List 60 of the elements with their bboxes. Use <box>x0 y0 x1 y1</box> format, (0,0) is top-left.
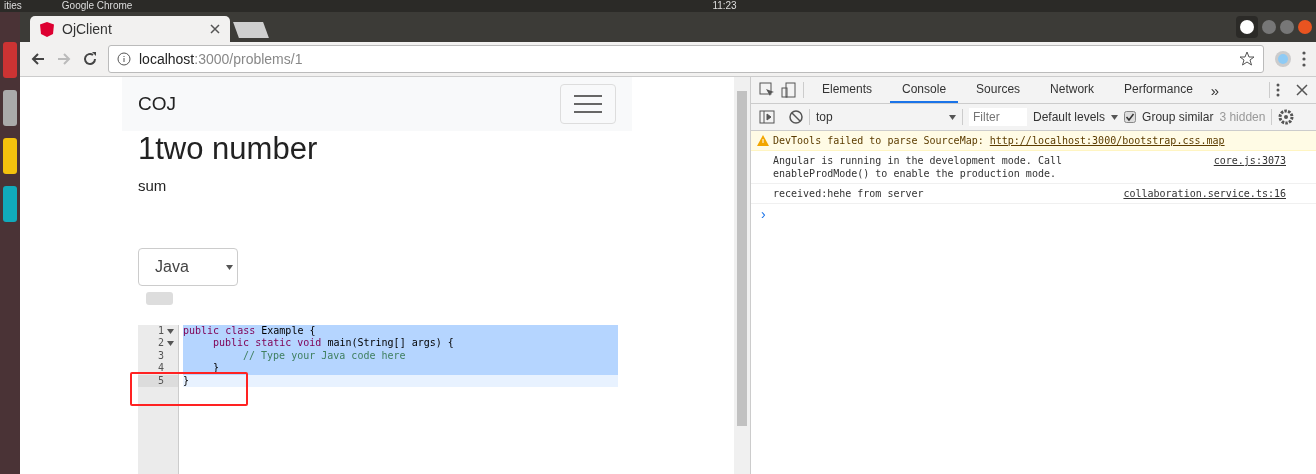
source-link[interactable]: core.js:3073 <box>1213 154 1286 180</box>
fold-caret-icon[interactable] <box>167 341 174 347</box>
menu-toggle-button[interactable] <box>560 84 616 124</box>
clock: 11:23 <box>712 0 737 12</box>
close-icon[interactable] <box>1296 84 1308 96</box>
console-prompt[interactable]: › <box>751 204 1316 224</box>
settings-icon[interactable] <box>1278 109 1295 125</box>
reload-icon[interactable] <box>82 51 98 67</box>
line-number: 5 <box>157 374 164 387</box>
inspect-icon[interactable] <box>759 82 775 98</box>
console-message: DevTools failed to parse SourceMap: http://localhost:3000/bootstrap.css.map <box>773 134 1225 147</box>
checkbox[interactable] <box>1124 111 1137 123</box>
hidden-count: 3 hidden <box>1219 110 1266 124</box>
source-link[interactable]: collaboration.service.ts:16 <box>1123 187 1286 200</box>
clear-icon[interactable] <box>789 110 803 124</box>
brand-text[interactable]: COJ <box>138 93 176 115</box>
sidebar-toggle-icon[interactable] <box>759 110 775 124</box>
close-icon[interactable] <box>210 24 220 34</box>
star-icon[interactable] <box>1239 51 1255 67</box>
menu-icon[interactable] <box>1276 83 1280 97</box>
warning-icon <box>757 135 769 146</box>
minimize-button[interactable] <box>1262 20 1276 34</box>
info-icon <box>117 52 131 66</box>
new-tab-button[interactable] <box>233 22 269 38</box>
browser-tab[interactable]: OjClient <box>30 16 230 42</box>
line-number: 1 <box>157 325 164 338</box>
devtools-tab[interactable]: Elements <box>810 77 885 103</box>
console-message: received:hehe from server <box>773 187 924 200</box>
console-message: Angular is running in the development mode. Call enableProdMode() to enable the production mode. <box>773 154 1062 180</box>
caret-icon <box>949 114 956 120</box>
source-map-link[interactable]: http://localhost:3000/bootstrap.css.map <box>989 135 1225 146</box>
problem-description: sum <box>138 177 168 194</box>
filter-field[interactable]: Filter <box>969 108 1027 126</box>
caret-icon <box>226 264 233 270</box>
checkbox-label: Group similar <box>1142 110 1214 124</box>
menu-icon[interactable] <box>1302 51 1306 67</box>
profile-icon[interactable] <box>1236 16 1258 38</box>
line-number: 4 <box>157 362 164 375</box>
menu-icon <box>574 94 602 114</box>
maximize-button[interactable] <box>1280 20 1294 34</box>
language-select[interactable]: Java <box>138 248 238 286</box>
caret-icon[interactable] <box>1111 114 1119 120</box>
device-icon[interactable] <box>781 82 797 98</box>
url-text[interactable]: localhost:3000/problems/1 <box>139 51 303 67</box>
line-number: 2 <box>157 337 164 350</box>
fold-caret-icon[interactable] <box>167 328 174 334</box>
shield-logo-icon <box>40 21 54 37</box>
devtools-tab[interactable]: Performance <box>1112 77 1205 103</box>
scrollbar-thumb[interactable] <box>737 91 747 426</box>
levels-dropdown[interactable]: Default levels <box>1033 110 1106 124</box>
devtools-tab[interactable]: Sources <box>964 77 1033 103</box>
system-menu-text: ities <box>4 0 22 12</box>
close-button[interactable] <box>1298 20 1312 34</box>
more-tabs-button[interactable]: » <box>1210 81 1220 99</box>
back-icon[interactable] <box>30 51 46 67</box>
line-number: 3 <box>157 349 164 363</box>
app-name: Google Chrome <box>61 0 133 12</box>
problem-title: 1two number <box>138 131 319 167</box>
devtools-tab[interactable]: Network <box>1038 77 1107 103</box>
context-select[interactable]: top <box>816 110 956 124</box>
